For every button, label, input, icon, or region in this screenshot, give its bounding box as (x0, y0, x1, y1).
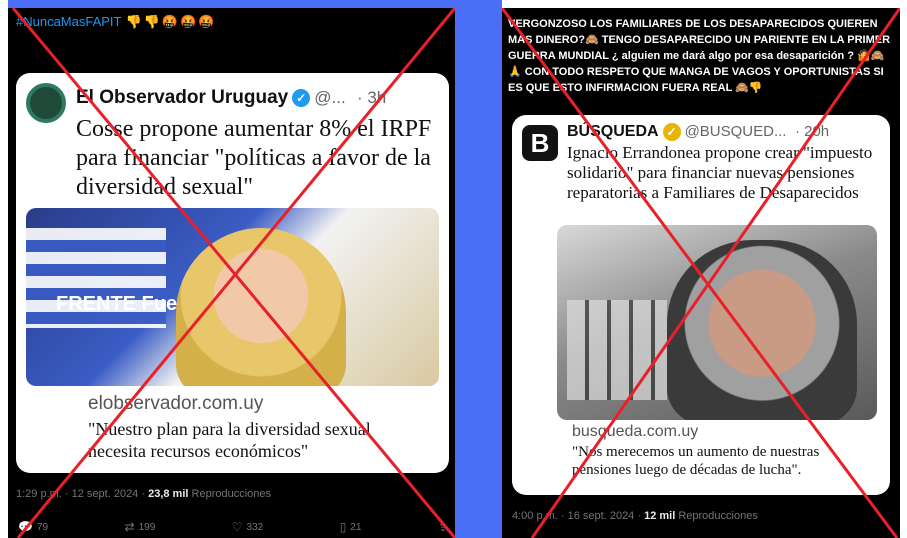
quoted-author-name[interactable]: El Observador Uruguay (76, 87, 288, 108)
quoted-handle: @BUSQUED... (684, 123, 787, 141)
view-count: 23,8 mil (148, 488, 189, 500)
reply-count: 79 (36, 521, 49, 533)
verified-badge-icon: ✓ (662, 123, 681, 141)
repost-icon: ⇄ (124, 520, 135, 534)
hashtag-text[interactable]: #NuncaMasFAPIT (16, 14, 122, 29)
quoted-tweet-card[interactable]: B BÚSQUEDA ✓ @BUSQUED... · 20h Ignacio Err… (512, 115, 890, 495)
share-icon: ⇪ (437, 520, 448, 534)
quoted-tweet-text: Cosse propone aumentar 8% el IRPF para f… (76, 116, 432, 200)
link-description[interactable]: "Nos merecemos un aumento de nuestras pe… (572, 443, 882, 479)
person-photo (176, 228, 346, 386)
tweet-meta: 1:29 p.m. · 12 sept. 2024 · 23,8 mil Rep… (16, 488, 271, 500)
views-label: Reproducciones (191, 488, 272, 500)
right-tweet-panel: VERGONZOSO LOS FAMILIARES DE LOS DESAPAR… (502, 8, 900, 538)
link-domain[interactable]: elobservador.com.uy (88, 393, 263, 415)
hashtag-link[interactable]: #NuncaMasFAPIT 👎👎🤬🤬🤬 (16, 14, 216, 30)
bookmark-count: 21 (350, 521, 362, 533)
quoted-tweet-text: Ignacio Errandonea propone crear "impues… (567, 143, 873, 202)
blue-top-band (8, 0, 463, 8)
quoted-author-name[interactable]: BÚSQUEDA (567, 123, 659, 140)
quoted-time: · 20h (794, 123, 830, 141)
tweet-text: VERGONZOSO LOS FAMILIARES DE LOS DESAPAR… (508, 18, 891, 94)
like-button[interactable]: ♡ 332 (232, 520, 263, 534)
like-count: 332 (246, 521, 264, 533)
share-button[interactable]: ⇪ (438, 520, 448, 534)
article-image[interactable] (557, 225, 877, 420)
quoted-handle: @... (314, 88, 346, 107)
person-photo (667, 240, 857, 420)
quoted-author[interactable]: El Observador Uruguay ✓ @... · 3h (76, 87, 386, 109)
tweet-timestamp[interactable]: 4:00 p.m. · 16 sept. 2024 · (512, 510, 641, 522)
link-description[interactable]: "Nuestro plan para la diversidad sexual … (88, 418, 433, 462)
quoted-tweet-card[interactable]: El Observador Uruguay ✓ @... · 3h Cosse pr… (16, 73, 449, 473)
blue-separator-band (455, 0, 502, 538)
action-bar: 💬 79 ⇄ 199 ♡ 332 ▯ 21 ⇪ (18, 520, 448, 534)
avatar[interactable]: B (522, 125, 558, 161)
bookmark-button[interactable]: ▯ 21 (340, 520, 362, 534)
view-count: 12 mil (644, 510, 676, 522)
tweet-meta: 4:00 p.m. · 16 sept. 2024 · 12 mil Repro… (512, 510, 758, 522)
repost-button[interactable]: ⇄ 199 (125, 520, 156, 534)
verified-badge-icon: ✓ (292, 88, 311, 107)
hashtag-emoji: 👎👎🤬🤬🤬 (125, 14, 217, 29)
left-tweet-panel: #NuncaMasFAPIT 👎👎🤬🤬🤬 El Observador Urugua… (8, 8, 455, 538)
photos-wall-graphic (567, 300, 667, 400)
quoted-time: · 3h (356, 88, 387, 107)
views-label: Reproducciones (678, 510, 758, 522)
bookmark-icon: ▯ (339, 520, 347, 534)
reply-button[interactable]: 💬 79 (18, 520, 48, 534)
avatar[interactable] (26, 83, 66, 123)
link-domain[interactable]: busqueda.com.uy (572, 423, 698, 441)
tweet-timestamp[interactable]: 1:29 p.m. · 12 sept. 2024 · (16, 488, 145, 500)
reply-icon: 💬 (18, 520, 33, 534)
repost-count: 199 (138, 521, 156, 533)
article-image[interactable]: FRENTE Fuerza Co (26, 208, 439, 386)
quoted-author[interactable]: BÚSQUEDA ✓ @BUSQUED... · 20h (567, 123, 829, 141)
heart-icon: ♡ (231, 520, 243, 534)
